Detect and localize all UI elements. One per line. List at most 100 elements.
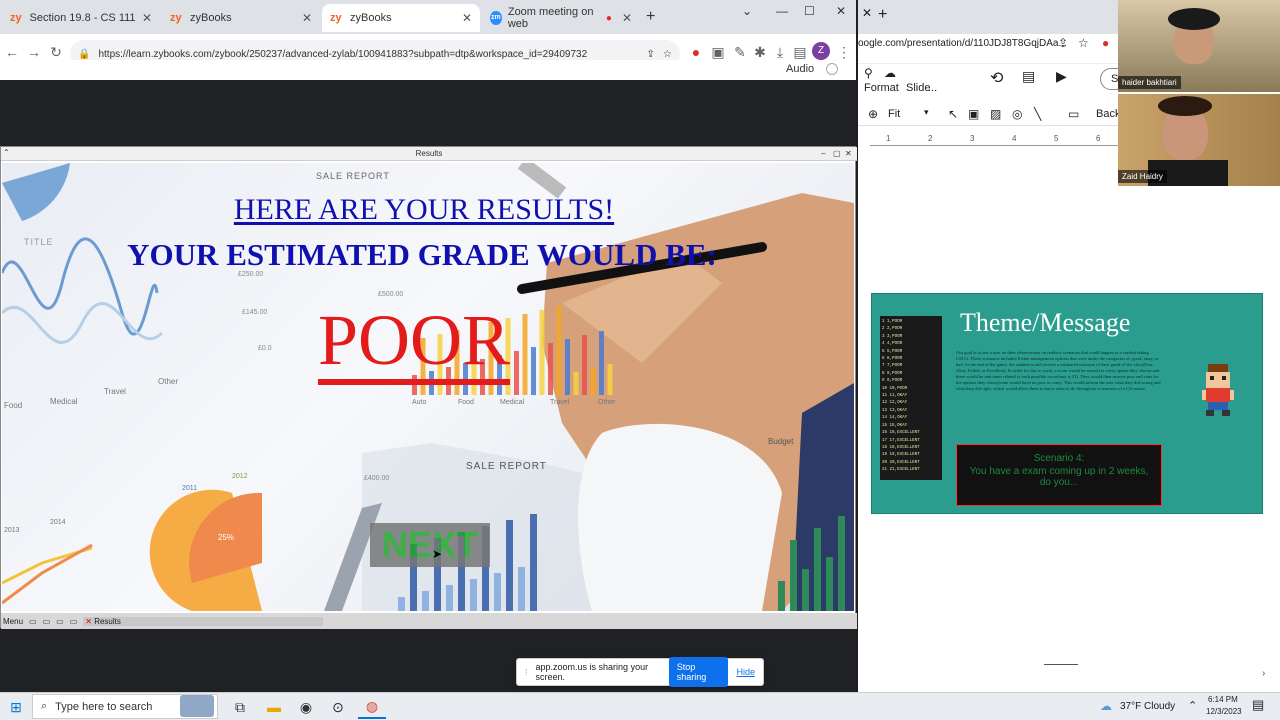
terminal-line: 2 2,POOR bbox=[882, 327, 903, 332]
ruler-tick-label: 2 bbox=[928, 134, 933, 143]
window-menu-icon[interactable]: ⌃ bbox=[3, 146, 10, 160]
star-icon[interactable]: ☆ bbox=[663, 49, 672, 60]
stop-sharing-button[interactable]: Stop sharing bbox=[668, 657, 729, 687]
bg-bar bbox=[814, 528, 821, 611]
tab-zybooks-active[interactable]: zy zyBooks ✕ bbox=[322, 4, 480, 32]
windows-start-icon[interactable]: ⊞ bbox=[2, 695, 30, 719]
grade-result: POOR bbox=[318, 301, 511, 385]
select-cursor-icon[interactable]: ↖ bbox=[948, 107, 958, 121]
bg-bar bbox=[530, 514, 537, 611]
clock-time[interactable]: 6:14 PM bbox=[1208, 695, 1238, 704]
bg-label-travel: Travel bbox=[104, 387, 126, 396]
maximize-icon[interactable]: ☐ bbox=[804, 4, 815, 18]
folder-icon[interactable]: ▭ bbox=[29, 617, 37, 626]
bg-pound-145: £145.00 bbox=[242, 309, 268, 316]
chevron-up-icon[interactable]: ⌃ bbox=[1188, 699, 1197, 712]
bg-sale-report-top: SALE REPORT bbox=[316, 171, 390, 181]
maximize-icon[interactable]: ▢ bbox=[833, 147, 841, 161]
close-icon[interactable]: ✕ bbox=[142, 11, 152, 25]
video-camera-icon[interactable]: ▶ bbox=[1056, 68, 1067, 85]
weather-text[interactable]: 37°F Cloudy bbox=[1120, 701, 1175, 712]
terminal-line: 12 12,OKAY bbox=[882, 401, 908, 406]
minimize-icon[interactable]: — bbox=[776, 4, 788, 18]
bg-label-other: Other bbox=[158, 377, 179, 386]
bg-year-2014: 2014 bbox=[50, 519, 66, 526]
line-icon[interactable]: ╲ bbox=[1034, 107, 1041, 121]
new-tab-icon[interactable]: + bbox=[646, 8, 655, 26]
close-icon[interactable]: ✕ bbox=[862, 6, 872, 20]
close-icon[interactable]: ✕ bbox=[622, 11, 632, 25]
tab-section-19-8[interactable]: zy Section 19.8 - CS 111: Program ✕ bbox=[2, 4, 160, 32]
video-tile-zaid[interactable]: Zaid Haidry bbox=[1118, 94, 1280, 186]
terminal-icon[interactable]: ▭ bbox=[43, 617, 51, 626]
chevron-down-icon[interactable]: ⌄ bbox=[742, 4, 752, 18]
notification-icon[interactable]: ▤ bbox=[1252, 697, 1264, 713]
clock-date[interactable]: 12/3/2023 bbox=[1206, 707, 1242, 716]
image-icon[interactable]: ▨ bbox=[990, 107, 1001, 121]
scenario-text: You have a exam coming up in 2 weeks, do… bbox=[969, 466, 1149, 488]
menu-button[interactable]: Menu bbox=[3, 617, 23, 626]
hide-link[interactable]: Hide bbox=[736, 667, 755, 677]
terminal-line: 20 20,EXCELLENT bbox=[882, 460, 920, 465]
star-icon[interactable]: ☆ bbox=[1078, 36, 1089, 50]
opera-extension-icon[interactable]: ● bbox=[1102, 36, 1109, 50]
paint-icon[interactable]: ⚲ bbox=[864, 66, 873, 80]
mouse-cursor-icon: ➤ bbox=[432, 547, 443, 561]
zoom-icon[interactable]: ⊕ bbox=[868, 107, 878, 121]
menu-slide[interactable]: Slide bbox=[906, 82, 930, 94]
close-icon[interactable]: ✕ bbox=[462, 11, 472, 25]
file-explorer-icon[interactable]: ▬ bbox=[260, 695, 288, 719]
zoom-share-bar: ⁞ app.zoom.us is sharing your screen. St… bbox=[516, 657, 764, 687]
tab-label: Section 19.8 - CS 111: Program bbox=[29, 12, 136, 24]
search-highlight-image[interactable] bbox=[180, 695, 214, 717]
bg-bar bbox=[539, 310, 545, 395]
chevron-right-icon[interactable]: › bbox=[1262, 668, 1265, 679]
minimize-icon[interactable]: – bbox=[821, 147, 825, 161]
monitor-icon[interactable]: ▭ bbox=[56, 617, 64, 626]
tab-zybooks-1[interactable]: zy zyBooks ✕ bbox=[162, 4, 320, 32]
close-icon[interactable]: ✕ bbox=[845, 147, 852, 161]
audio-toggle[interactable] bbox=[826, 63, 838, 75]
cloud-icon[interactable]: ☁ bbox=[884, 66, 896, 80]
steam-icon[interactable]: ⊙ bbox=[324, 695, 352, 719]
menu-format[interactable]: Format bbox=[864, 82, 899, 94]
bg-bar bbox=[531, 347, 536, 395]
menu-more-ellipsis[interactable]: ... bbox=[928, 82, 937, 94]
slide-theme-message[interactable]: 1 1,POOR 2 2,POOR 3 3,POOR 4 4,POOR 5 5,POOR… bbox=[871, 293, 1263, 514]
tab-zoom[interactable]: zm Zoom meeting on web ● ✕ bbox=[482, 4, 640, 32]
zoom-fit-select[interactable]: Fit bbox=[888, 108, 900, 120]
bg-bar bbox=[470, 579, 477, 611]
next-button[interactable]: NEXT bbox=[370, 523, 490, 567]
bg-cat-other: Other bbox=[598, 399, 616, 406]
history-icon[interactable]: ⟲ bbox=[990, 68, 1003, 88]
bg-year-2012: 2012 bbox=[232, 473, 248, 480]
comment-icon[interactable]: ▤ bbox=[1022, 68, 1035, 85]
chrome-icon[interactable]: ◍ bbox=[358, 695, 386, 719]
add-comment-icon[interactable]: ▭ bbox=[1068, 107, 1079, 121]
weather-icon: ☁ bbox=[1100, 699, 1112, 713]
share-icon[interactable]: ⇪ bbox=[1058, 36, 1068, 50]
chevron-down-icon[interactable]: ▾ bbox=[924, 107, 929, 118]
bg-bar bbox=[518, 567, 525, 611]
profile-avatar[interactable]: Z bbox=[812, 42, 830, 60]
new-tab-icon[interactable]: + bbox=[878, 6, 887, 24]
shape-icon[interactable]: ◎ bbox=[1012, 107, 1022, 121]
bg-year-2011: 2011 bbox=[182, 485, 198, 492]
window-icon[interactable]: ▭ bbox=[70, 617, 78, 626]
video-tile-haider[interactable]: haider bakhtiari bbox=[1118, 0, 1280, 92]
terminal-line: 7 7,POOR bbox=[882, 364, 903, 369]
taskbar-results-item[interactable]: ✕ Results bbox=[83, 616, 324, 626]
close-window-icon[interactable]: ✕ bbox=[836, 4, 846, 18]
textbox-icon[interactable]: ▣ bbox=[968, 107, 979, 121]
lock-icon: 🔒 bbox=[78, 48, 91, 60]
close-icon[interactable]: ✕ bbox=[302, 11, 312, 25]
drag-handle-icon[interactable]: ⁞ bbox=[525, 667, 528, 677]
task-view-icon[interactable]: ⧉ bbox=[226, 695, 254, 719]
search-icon: ⌕ bbox=[41, 700, 48, 712]
zybooks-favicon-icon: zy bbox=[330, 12, 342, 24]
ruler-tick-label: 4 bbox=[1012, 134, 1017, 143]
terminal-line: 15 15,OKAY bbox=[882, 423, 908, 428]
bg-bar bbox=[802, 569, 809, 611]
share-icon[interactable]: ⇪ bbox=[646, 49, 654, 60]
github-icon[interactable]: ◉ bbox=[292, 695, 320, 719]
